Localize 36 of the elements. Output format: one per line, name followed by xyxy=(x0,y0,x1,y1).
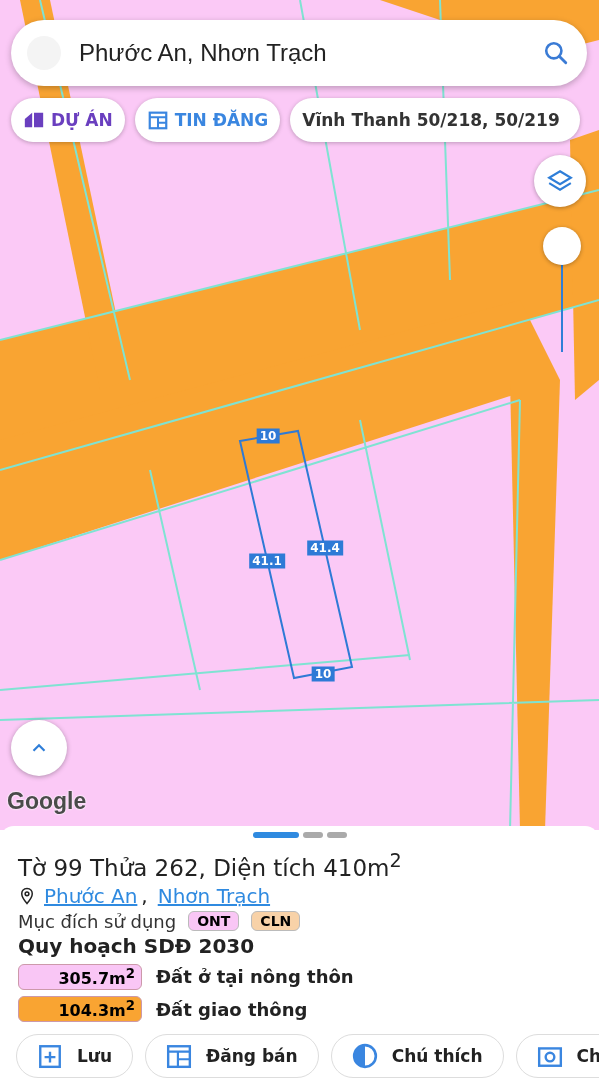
dimension-label: 10 xyxy=(256,428,280,444)
pin-icon xyxy=(18,886,36,905)
area-badge: 305.7m$^{2}$ xyxy=(18,963,142,990)
dimension-label: 41.4 xyxy=(307,540,343,556)
layers-icon xyxy=(547,168,573,194)
area-badge: 104.3m$^{2}$ xyxy=(18,996,142,1023)
calendar-icon xyxy=(146,109,169,131)
dimension-label: 10 xyxy=(311,666,335,682)
map-attribution: Google xyxy=(7,788,87,815)
filter-chip[interactable]: DỰ ÁN xyxy=(11,98,125,142)
location-link[interactable]: Nhơn Trạch xyxy=(157,882,271,909)
half-circle-icon xyxy=(351,1043,378,1070)
location-link[interactable]: Phước An xyxy=(44,882,138,909)
search-icon[interactable] xyxy=(543,40,569,66)
calendar-icon xyxy=(166,1043,193,1070)
page-indicator[interactable] xyxy=(302,832,323,838)
land-use-tag: ONT xyxy=(188,911,240,932)
separator: , xyxy=(141,882,148,909)
purpose-label: Mục đích sử dụng xyxy=(18,910,177,932)
page-indicator[interactable] xyxy=(252,832,299,838)
parcel-title: Tờ 99 Thửa 262, Diện tích 410m$^{2}$ xyxy=(18,848,403,883)
search-bar[interactable]: Phước An, Nhơn Trạch xyxy=(11,20,587,86)
page-indicator[interactable] xyxy=(326,832,347,838)
dimension-label: 41.1 xyxy=(249,553,285,569)
add-icon xyxy=(37,1043,63,1070)
plan-heading: Quy hoạch SDĐ 2030 xyxy=(18,933,256,958)
filter-chip[interactable]: TIN ĐĂNG xyxy=(134,98,281,142)
filter-chip[interactable]: Vĩnh Thanh 50/218, 50/219 xyxy=(290,98,580,142)
land-use-tag: CLN xyxy=(251,911,301,932)
land-type-label: Đất giao thông xyxy=(156,998,308,1020)
action-button[interactable]: Chú thích xyxy=(330,1034,504,1079)
action-button[interactable]: Lưu xyxy=(16,1034,134,1079)
action-button[interactable]: Đăng bán xyxy=(145,1034,319,1079)
action-button[interactable]: Ch xyxy=(515,1034,599,1079)
search-field[interactable]: Phước An, Nhơn Trạch xyxy=(79,39,525,67)
land-type-label: Đất ở tại nông thôn xyxy=(156,966,354,988)
